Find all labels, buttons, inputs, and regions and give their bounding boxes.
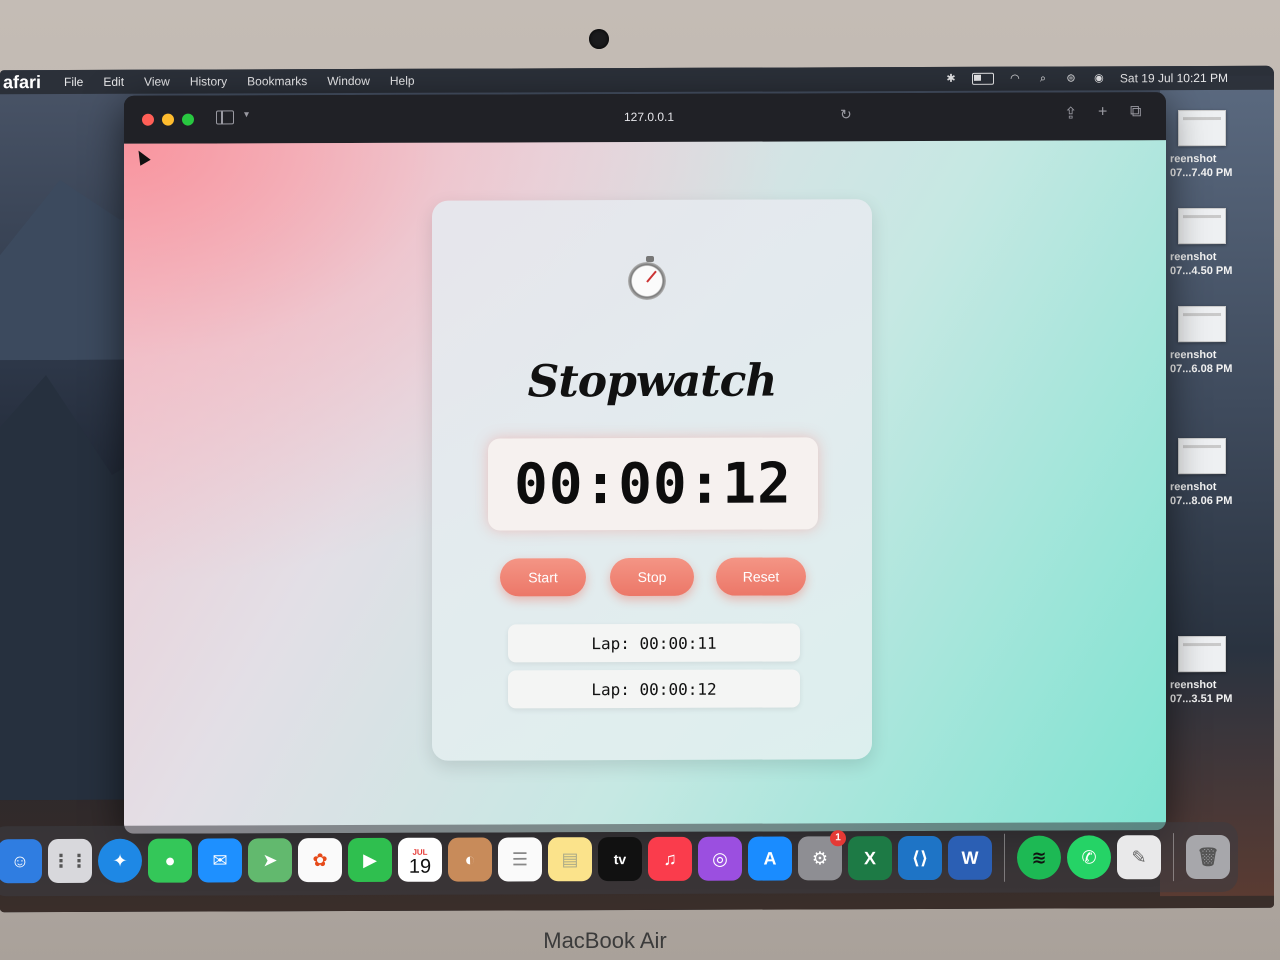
menu-help[interactable]: Help <box>390 74 415 88</box>
excel-icon[interactable]: X <box>848 836 892 881</box>
file-name: reenshot <box>1170 678 1217 692</box>
reload-icon[interactable]: ↻ <box>840 106 852 123</box>
reset-button[interactable]: Reset <box>716 557 806 596</box>
desktop-file[interactable]: reenshot 07...3.51 PM <box>1170 635 1246 706</box>
bluetooth-icon[interactable]: ✱ <box>944 73 958 85</box>
finder-icon[interactable]: ☺ <box>0 839 42 884</box>
trash-icon[interactable]: 🗑 <box>1186 834 1230 880</box>
mail-icon[interactable]: ✉ <box>198 838 242 883</box>
calendar-icon[interactable]: JUL 19 <box>398 837 442 882</box>
share-icon[interactable]: ⇪ <box>1064 103 1077 123</box>
menu-bookmarks[interactable]: Bookmarks <box>247 74 307 88</box>
zoom-window-button[interactable] <box>182 113 194 126</box>
sidebar-toggle-icon[interactable] <box>216 110 234 125</box>
menu-history[interactable]: History <box>190 74 227 88</box>
file-date: 07...8.06 PM <box>1170 494 1233 508</box>
start-button[interactable]: Start <box>500 558 586 597</box>
file-name: reenshot <box>1170 348 1217 362</box>
file-date: 07...7.40 PM <box>1170 166 1233 180</box>
spotlight-search-icon[interactable]: ⌕ <box>1036 73 1050 85</box>
safari-icon[interactable]: ✦ <box>98 838 142 883</box>
menu-bar: afari File Edit View History Bookmarks W… <box>0 65 1274 95</box>
file-name: reenshot <box>1170 152 1217 166</box>
file-thumbnail <box>1178 305 1226 343</box>
page-title: Stopwatch <box>527 355 777 408</box>
file-name: reenshot <box>1170 480 1217 494</box>
file-thumbnail <box>1178 437 1226 475</box>
time-display: 00:00:12 <box>488 437 818 531</box>
tab-overview-icon[interactable]: ⧉ <box>1130 103 1141 121</box>
tv-label: tv <box>613 851 627 868</box>
messages-icon[interactable]: ● <box>148 838 192 883</box>
file-thumbnail <box>1178 635 1226 673</box>
lap-item: Lap: 00:00:11 <box>508 623 800 663</box>
screen: afari File Edit View History Bookmarks W… <box>0 65 1274 913</box>
menu-app-name[interactable]: afari <box>0 66 44 104</box>
menu-window[interactable]: Window <box>327 74 370 88</box>
dock-separator <box>1173 833 1174 882</box>
notes-icon[interactable]: ▤ <box>548 837 592 882</box>
desktop-file[interactable]: reenshot 07...8.06 PM <box>1170 437 1246 508</box>
stopwatch-icon <box>628 255 670 302</box>
file-thumbnail <box>1178 109 1226 147</box>
file-date: 07...6.08 PM <box>1170 362 1233 376</box>
podcasts-icon[interactable]: ◎ <box>698 836 742 881</box>
lap-item: Lap: 00:00:12 <box>508 669 800 709</box>
file-date: 07...3.51 PM <box>1170 692 1233 706</box>
battery-icon[interactable] <box>971 72 994 85</box>
time-value: 00:00:12 <box>514 450 792 517</box>
spotify-icon[interactable]: ≋ <box>1017 835 1061 880</box>
apple-tv-icon[interactable]: tv <box>598 836 642 882</box>
photos-icon[interactable]: ✿ <box>298 838 342 883</box>
vscode-icon[interactable]: ⟨⟩ <box>898 835 942 881</box>
new-tab-icon[interactable]: + <box>1098 103 1107 121</box>
music-icon[interactable]: ♫ <box>648 836 692 881</box>
menu-edit[interactable]: Edit <box>103 75 124 89</box>
facetime-icon[interactable]: ▶ <box>348 837 392 883</box>
minimize-window-button[interactable] <box>162 113 174 126</box>
close-window-button[interactable] <box>142 113 154 126</box>
launchpad-icon[interactable]: ⋮⋮ <box>48 838 92 884</box>
menu-file[interactable]: File <box>64 75 83 89</box>
whatsapp-icon[interactable]: ✆ <box>1067 835 1111 880</box>
menu-clock[interactable]: Sat 19 Jul 10:21 PM <box>1120 71 1228 85</box>
wifi-icon[interactable]: ◠ <box>1008 73 1022 85</box>
file-thumbnail <box>1178 207 1226 245</box>
desktop-file[interactable]: reenshot 07...4.50 PM <box>1170 207 1246 278</box>
status-area: ✱ ◠ ⌕ ⊜ ◉ Sat 19 Jul 10:21 PM <box>944 66 1228 91</box>
dock-separator <box>1004 833 1005 882</box>
laptop-model-label: MacBook Air <box>543 928 667 953</box>
desktop-file[interactable]: reenshot 07...7.40 PM <box>1170 109 1246 180</box>
calendar-day: 19 <box>408 855 432 878</box>
textedit-icon[interactable]: ✎ <box>1117 835 1161 880</box>
mouse-cursor <box>133 147 151 166</box>
reminders-icon[interactable]: ☰ <box>498 837 542 882</box>
safari-window: ▾ 127.0.0.1 ↻ ⇪ + ⧉ Stopwatch 00:00:12 S… <box>124 92 1166 834</box>
chevron-down-icon[interactable]: ▾ <box>244 109 249 120</box>
control-center-icon[interactable]: ⊜ <box>1064 72 1078 84</box>
browser-toolbar: ▾ 127.0.0.1 ↻ ⇪ + ⧉ <box>124 92 1166 144</box>
webcam <box>589 29 609 49</box>
desktop-file[interactable]: reenshot 07...6.08 PM <box>1170 305 1246 376</box>
menu-view[interactable]: View <box>144 75 170 89</box>
word-icon[interactable]: W <box>948 835 992 880</box>
app-store-icon[interactable]: A <box>748 836 792 881</box>
stop-button[interactable]: Stop <box>610 557 694 597</box>
file-name: reenshot <box>1170 250 1217 264</box>
system-settings-icon[interactable]: ⚙ 1 <box>798 830 846 881</box>
file-date: 07...4.50 PM <box>1170 264 1233 278</box>
notification-badge: 1 <box>830 830 846 847</box>
dock: ☺ ⋮⋮ ✦ ● ✉ ➤ ✿ ▶ JUL 19 ◐ ☰ ▤ tv ♫ ◎ A ⚙… <box>0 821 1238 897</box>
address-bar[interactable]: 127.0.0.1 <box>584 110 714 124</box>
siri-icon[interactable]: ◉ <box>1092 72 1106 84</box>
contacts-icon[interactable]: ◐ <box>448 837 492 882</box>
web-page: Stopwatch 00:00:12 Start Stop Reset Lap:… <box>124 140 1166 834</box>
maps-icon[interactable]: ➤ <box>248 838 292 883</box>
stopwatch-card: Stopwatch 00:00:12 Start Stop Reset Lap:… <box>432 199 872 761</box>
